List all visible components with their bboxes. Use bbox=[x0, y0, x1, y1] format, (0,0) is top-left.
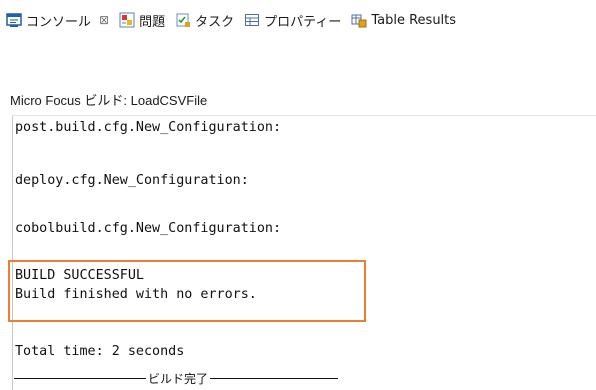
console-output[interactable]: post.build.cfg.New_Configuration: deploy… bbox=[12, 115, 596, 390]
close-icon[interactable]: ⊠ bbox=[99, 13, 109, 27]
table-results-icon bbox=[351, 12, 367, 28]
build-complete-text: ビルド完了 bbox=[148, 371, 209, 386]
view-tab-bar: コンソール ⊠ 問題 タスク プロパティー Table Results bbox=[0, 0, 596, 40]
build-success-highlight bbox=[8, 260, 366, 322]
tab-table-results[interactable]: Table Results bbox=[351, 12, 456, 28]
divider bbox=[14, 377, 146, 379]
tab-properties[interactable]: プロパティー bbox=[244, 11, 341, 30]
divider bbox=[210, 377, 339, 379]
console-icon bbox=[6, 12, 22, 28]
tab-tasks[interactable]: タスク bbox=[175, 11, 234, 30]
console-line: post.build.cfg.New_Configuration: bbox=[15, 120, 282, 135]
tab-properties-label: プロパティー bbox=[264, 14, 342, 30]
problems-icon bbox=[119, 12, 135, 28]
console-title: Micro Focus ビルド: LoadCSVFile bbox=[10, 93, 208, 108]
tab-console-label: コンソール bbox=[26, 14, 92, 30]
tab-tasks-label: タスク bbox=[195, 14, 235, 30]
console-line: cobolbuild.cfg.New_Configuration: bbox=[15, 221, 282, 236]
tab-table-results-label: Table Results bbox=[371, 12, 457, 28]
properties-icon bbox=[244, 12, 260, 28]
build-end-marker: ビルド完了 bbox=[14, 370, 434, 386]
tab-problems-label: 問題 bbox=[139, 14, 166, 30]
console-line: Total time: 2 seconds bbox=[15, 344, 185, 359]
console-line: deploy.cfg.New_Configuration: bbox=[15, 173, 249, 188]
tab-problems[interactable]: 問題 bbox=[119, 11, 165, 30]
tasks-icon bbox=[175, 12, 191, 28]
tab-console[interactable]: コンソール ⊠ bbox=[6, 11, 109, 30]
